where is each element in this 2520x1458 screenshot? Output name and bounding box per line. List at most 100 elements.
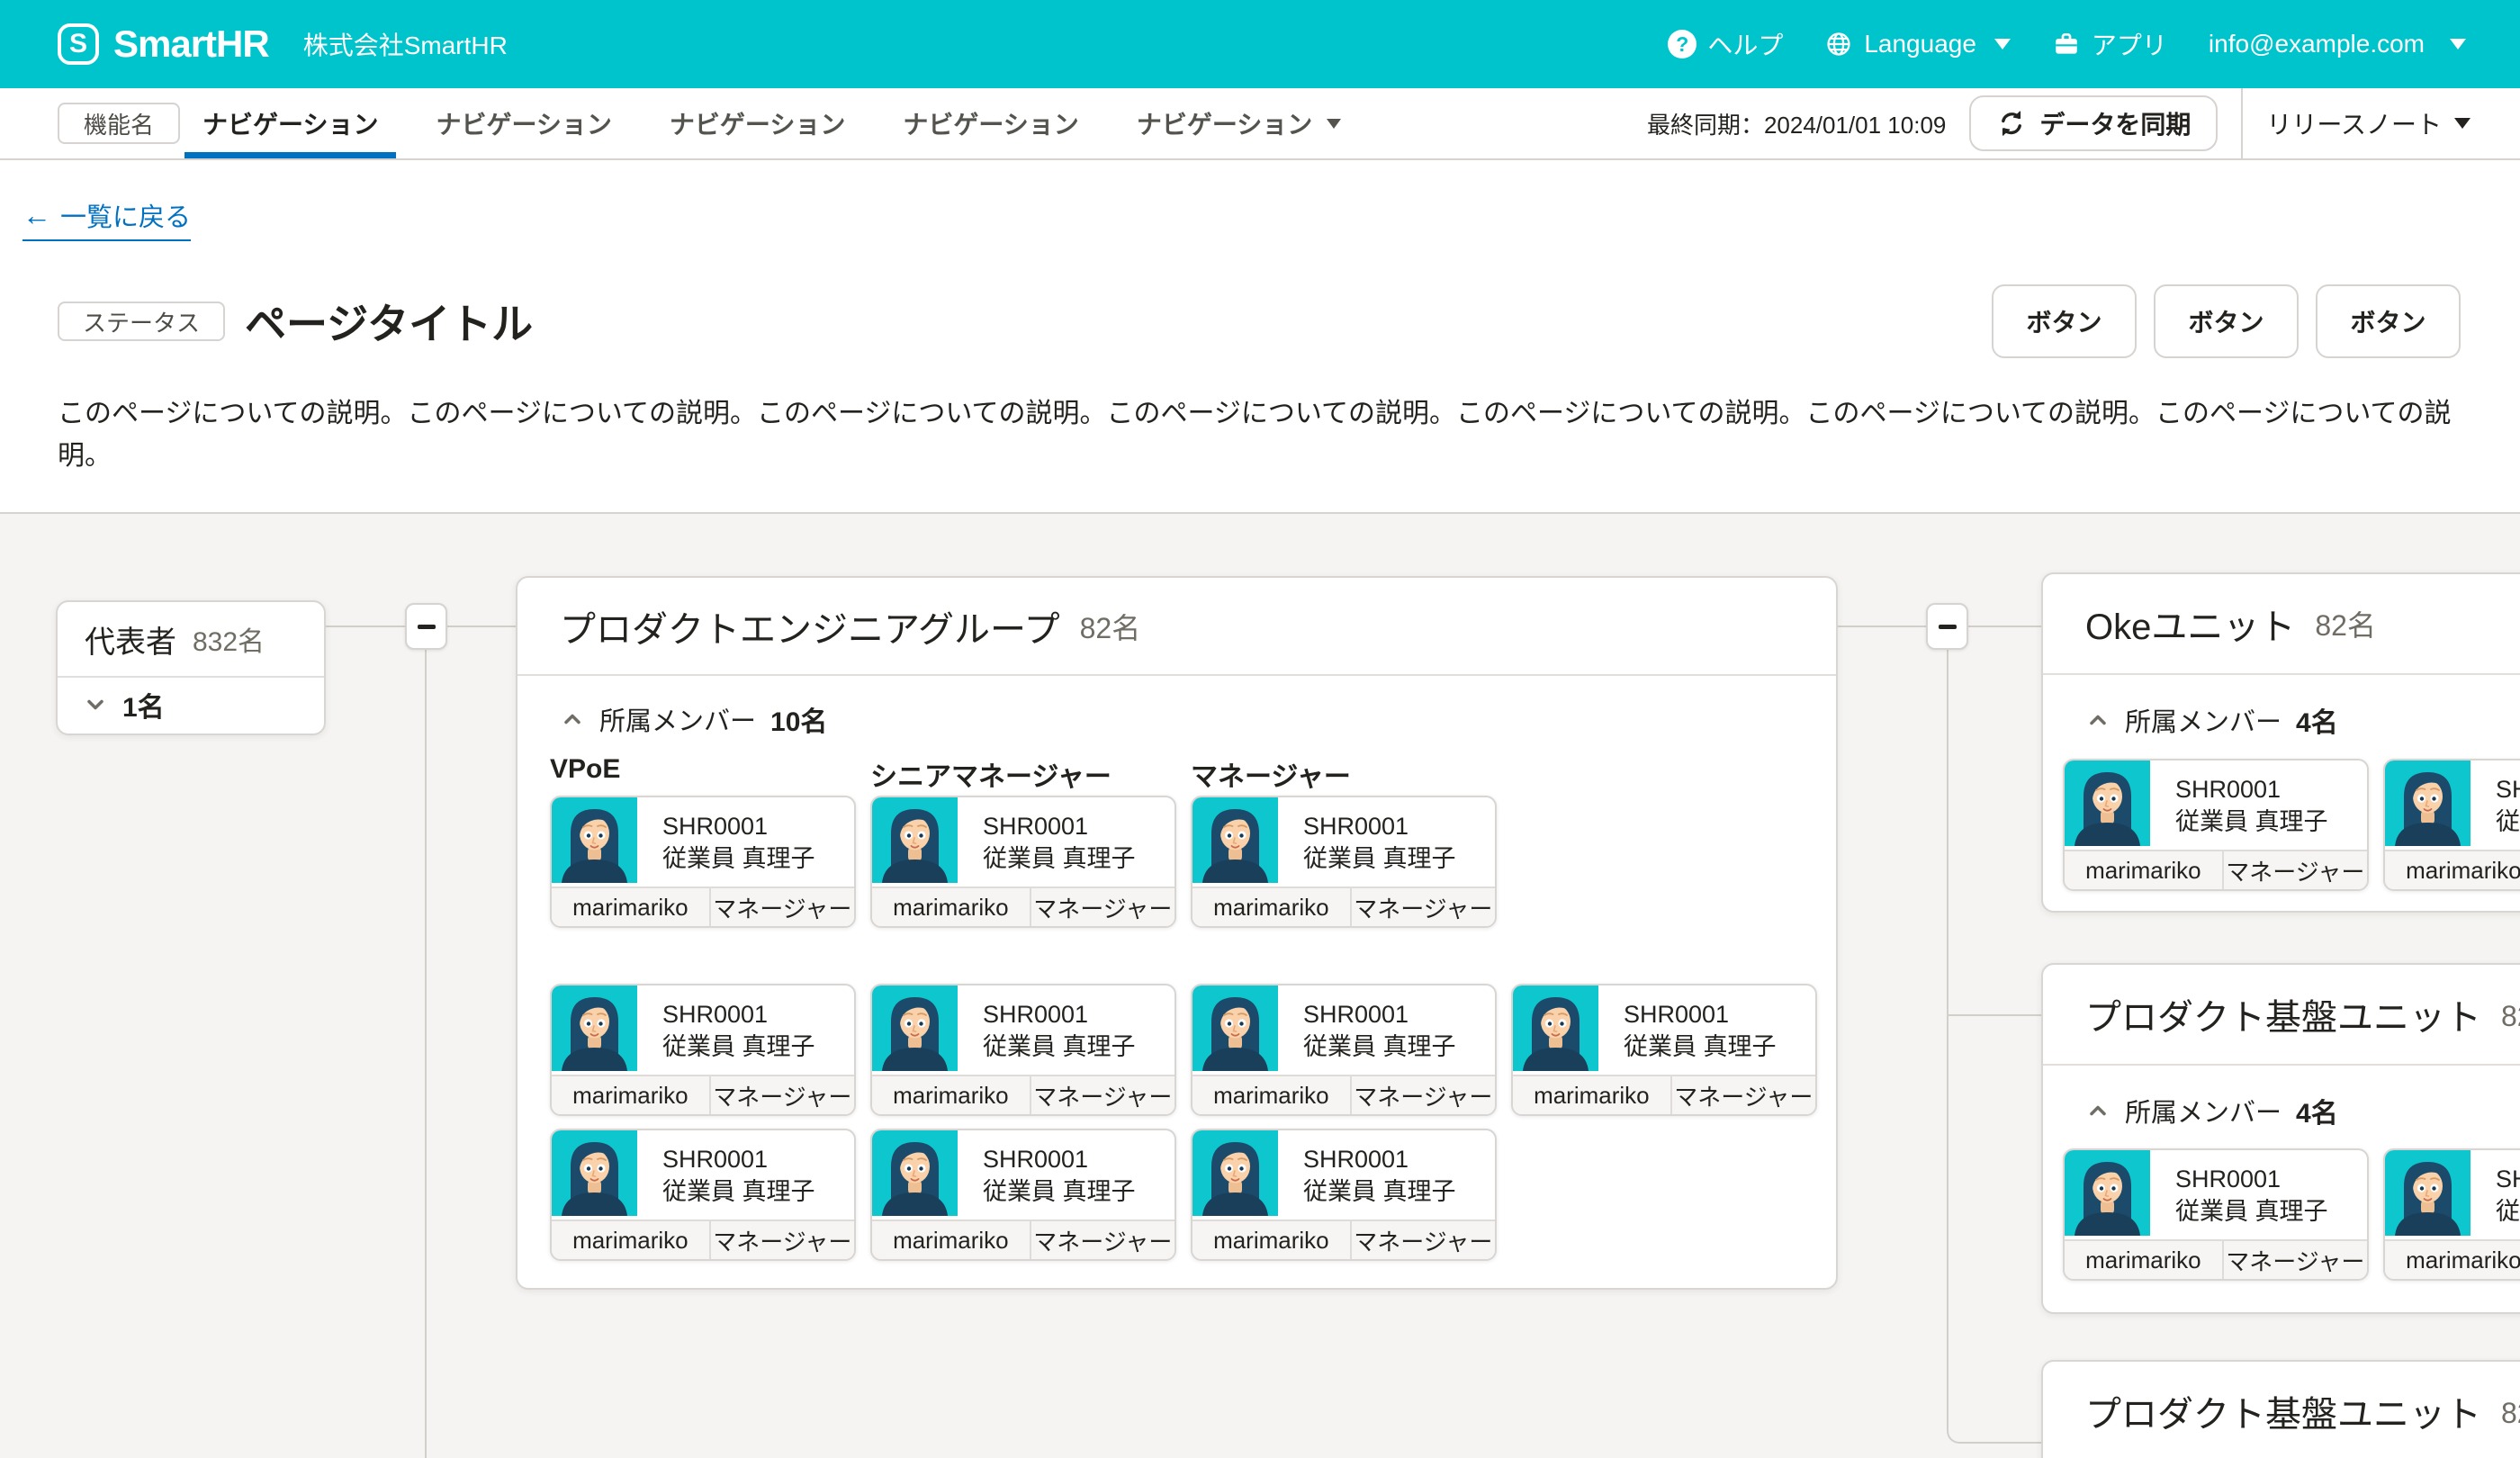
apps-menu[interactable]: アプリ (2052, 26, 2167, 62)
chevron-up-icon (2085, 707, 2110, 733)
employee-card-footer: marimariko マネージャー (1513, 1075, 1815, 1114)
employee-avatar-illustration (2385, 1150, 2470, 1236)
employee-avatar-illustration (552, 797, 637, 883)
nav-divider (2241, 88, 2243, 158)
members-count: 10名 (770, 699, 827, 739)
employee-card[interactable]: SHR0001 従業員 真理子 marimariko マネージャー (1191, 1129, 1497, 1261)
employee-avatar-illustration (872, 986, 958, 1071)
employee-card-footer: marimariko マネージャー (552, 1075, 854, 1114)
employee-card[interactable]: SHR0001 従業員 真理子 marimariko マネージャー (2063, 759, 2369, 891)
employee-username: marimariko (2065, 1241, 2222, 1279)
action-button-1[interactable]: ボタン (1992, 284, 2137, 358)
smarthr-logo[interactable]: S SmartHR (58, 22, 269, 66)
members-toggle[interactable]: 所属メンバー 4名 (2085, 700, 2338, 740)
nav-tab-5[interactable]: ナビゲーション (1119, 88, 1359, 158)
help-menu[interactable]: ? ヘルプ (1668, 26, 1783, 62)
nav-tab-2[interactable]: ナビゲーション (418, 88, 629, 158)
employee-name: 従業員 真理子 (2496, 806, 2520, 838)
smarthr-org-chart-page: S SmartHR 株式会社SmartHR ? ヘルプ Language (0, 0, 2520, 1458)
account-email: info@example.com (2209, 30, 2425, 58)
connector-line (425, 650, 427, 1458)
smarthr-logo-icon: S (58, 23, 99, 65)
employee-name: 従業員 真理子 (662, 1030, 815, 1063)
members-toggle[interactable]: 所属メンバー 4名 (2085, 1091, 2338, 1130)
employee-role: マネージャー (1350, 1076, 1495, 1114)
release-notes-menu[interactable]: リリースノート (2266, 105, 2470, 141)
org-node-title: プロダクト基盤ユニット (2085, 988, 2481, 1040)
employee-card[interactable]: SHR0001 従業員 真理子 marimariko マネージャー (870, 796, 1176, 928)
page-action-buttons: ボタン ボタン ボタン (1992, 284, 2461, 358)
employee-name: 従業員 真理子 (2496, 1195, 2520, 1228)
globe-icon (1824, 30, 1853, 58)
action-button-2[interactable]: ボタン (2154, 284, 2299, 358)
action-button-3[interactable]: ボタン (2316, 284, 2461, 358)
employee-card[interactable]: SHR0001 従業員 真理子 marimariko マネージャー (1191, 796, 1497, 928)
feature-name-badge: 機能名 (58, 103, 180, 144)
role-heading: シニアマネージャー (870, 754, 1112, 794)
employee-card[interactable]: SHR0001 従業員 真理子 marimariko マネージャー (2383, 759, 2520, 891)
members-label: 所属メンバー (599, 700, 756, 738)
employee-card[interactable]: SHR0001 従業員 真理子 marimariko マネージャー (870, 984, 1176, 1116)
org-node-title: Okeユニット (2085, 598, 2295, 650)
collapse-node-button[interactable] (405, 603, 447, 650)
employee-name: 従業員 真理子 (2175, 806, 2328, 838)
chevron-down-icon (2450, 39, 2466, 50)
employee-avatar-illustration (872, 797, 958, 883)
employee-card-top: SHR0001 従業員 真理子 (872, 797, 1174, 886)
employee-username: marimariko (552, 1221, 709, 1259)
employee-card[interactable]: SHR0001 従業員 真理子 marimariko マネージャー (550, 796, 856, 928)
minus-icon (418, 625, 436, 629)
expand-children-toggle[interactable]: 1名 (58, 678, 324, 732)
employee-card[interactable]: SHR0001 従業員 真理子 marimariko マネージャー (2383, 1148, 2520, 1281)
employee-card[interactable]: SHR0001 従業員 真理子 marimariko マネージャー (550, 984, 856, 1116)
employee-card-top: SHR0001 従業員 真理子 (1513, 986, 1815, 1075)
employee-card[interactable]: SHR0001 従業員 真理子 marimariko マネージャー (1511, 984, 1817, 1116)
sync-data-button[interactable]: データを同期 (1969, 95, 2218, 151)
employee-card-footer: marimariko マネージャー (2065, 850, 2367, 889)
members-toggle[interactable]: 所属メンバー 10名 (560, 699, 827, 739)
employee-username: marimariko (872, 888, 1030, 926)
employee-role: マネージャー (1030, 888, 1174, 926)
employee-card-top: SHR0001 従業員 真理子 (1192, 1130, 1495, 1220)
employee-card[interactable]: SHR0001 従業員 真理子 marimariko マネージャー (870, 1129, 1176, 1261)
org-chart-area: 代表者 832名 1名 プロダクトエンジニアグループ 82名 所属メンバー (0, 512, 2520, 1458)
org-node-count: 82名 (2501, 994, 2520, 1035)
employee-card-footer: marimariko マネージャー (2385, 1239, 2520, 1279)
chevron-down-icon (83, 692, 108, 717)
org-node-header: Okeユニット 82名 (2043, 574, 2520, 675)
account-menu[interactable]: info@example.com (2209, 30, 2466, 58)
role-heading: マネージャー (1191, 754, 1351, 794)
org-node-header: プロダクトエンジニアグループ 82名 (518, 578, 1836, 676)
members-count: 4名 (2296, 700, 2338, 740)
help-icon: ? (1668, 30, 1696, 58)
employee-username: marimariko (2065, 851, 2222, 889)
company-name: 株式会社SmartHR (303, 26, 508, 62)
nav-tab-3[interactable]: ナビゲーション (652, 88, 863, 158)
back-to-list-link[interactable]: ← 一覧に戻る (22, 196, 191, 241)
org-node-root: 代表者 832名 1名 (56, 600, 326, 735)
employee-avatar-illustration (552, 986, 637, 1071)
employee-card[interactable]: SHR0001 従業員 真理子 marimariko マネージャー (1191, 984, 1497, 1116)
nav-tab-4[interactable]: ナビゲーション (885, 88, 1096, 158)
employee-name: 従業員 真理子 (1624, 1030, 1777, 1063)
nav-tab-1[interactable]: ナビゲーション (184, 88, 396, 158)
employee-username: marimariko (1192, 1221, 1350, 1259)
employee-card[interactable]: SHR0001 従業員 真理子 marimariko マネージャー (550, 1129, 856, 1261)
employee-card-top: SHR0001 従業員 真理子 (552, 797, 854, 886)
employee-avatar-illustration (2065, 760, 2150, 846)
page-description: このページについての説明。このページについての説明。このページについての説明。こ… (58, 392, 2459, 477)
employee-role: マネージャー (1670, 1076, 1815, 1114)
org-node-count: 82名 (2315, 603, 2376, 644)
collapse-node-button[interactable] (1926, 603, 1968, 650)
employee-id: SHR0001 (2175, 773, 2328, 806)
language-menu[interactable]: Language (1824, 30, 2011, 58)
org-node-group: プロダクトエンジニアグループ 82名 所属メンバー 10名 VPoE シニアマネ… (516, 576, 1838, 1290)
sync-data-label: データを同期 (2039, 105, 2191, 141)
employee-card-footer: marimariko マネージャー (872, 886, 1174, 926)
page-title: ページタイトル (245, 292, 533, 351)
employee-card-top: SHR0001 従業員 真理子 (872, 1130, 1174, 1220)
employee-id: SHR0001 (1303, 810, 1456, 842)
employee-card[interactable]: SHR0001 従業員 真理子 marimariko マネージャー (2063, 1148, 2369, 1281)
page-header-section: ← 一覧に戻る ステータス ページタイトル ボタン ボタン ボタン このページに… (0, 160, 2520, 512)
org-node-unit: Okeユニット 82名 所属メンバー 4名 SHR0001 (2041, 572, 2520, 913)
